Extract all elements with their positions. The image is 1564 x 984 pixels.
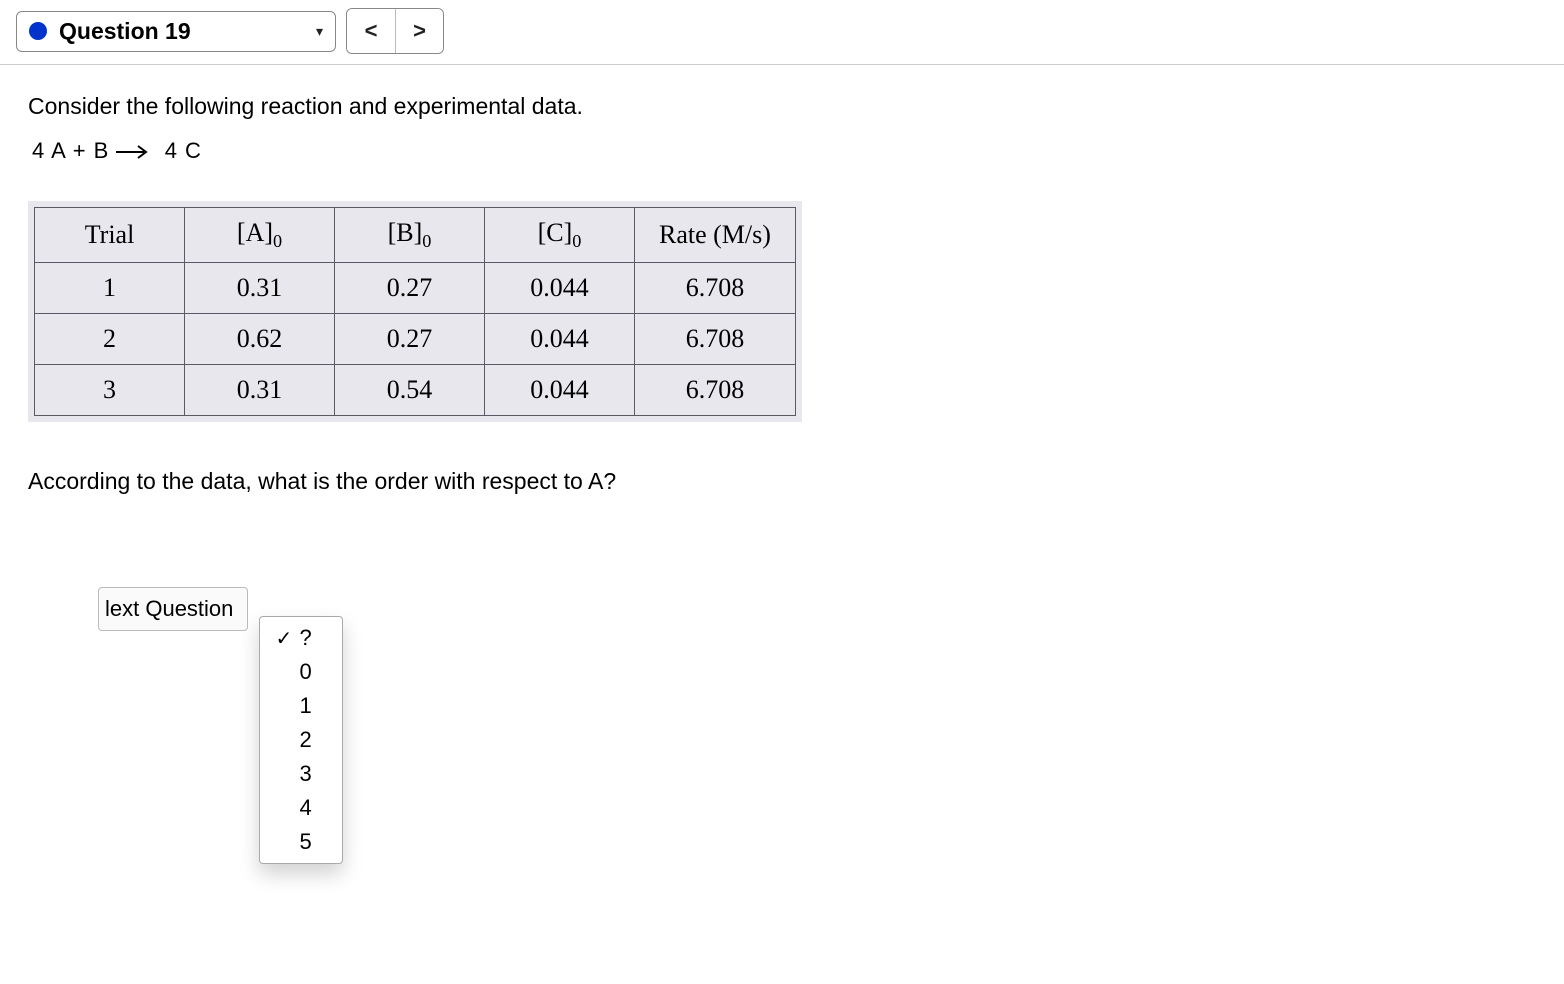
table-row: 3 0.31 0.54 0.044 6.708 xyxy=(35,365,796,416)
intro-text: Consider the following reaction and expe… xyxy=(28,93,1472,120)
chevron-right-icon: > xyxy=(413,18,426,44)
next-question-button[interactable]: lext Question xyxy=(98,587,248,631)
answer-option[interactable]: 5 xyxy=(260,825,342,859)
answer-option[interactable]: 3 xyxy=(260,757,342,791)
table-header-row: Trial [A]0 [B]0 [C]0 Rate (M/s) xyxy=(35,208,796,263)
col-a: [A]0 xyxy=(185,208,335,263)
chevron-left-icon: < xyxy=(365,18,378,44)
top-toolbar: Question 19 ▾ < > xyxy=(0,0,1564,65)
table-row: 1 0.31 0.27 0.044 6.708 xyxy=(35,263,796,314)
status-dot-icon xyxy=(29,22,47,40)
answer-area: lext Question ✓ ? 0 1 2 3 4 5 xyxy=(28,511,1472,771)
answer-option[interactable]: 4 xyxy=(260,791,342,825)
answer-option[interactable]: 2 xyxy=(260,723,342,757)
answer-option[interactable]: 1 xyxy=(260,689,342,723)
equation-rhs: 4 C xyxy=(165,138,202,163)
col-rate: Rate (M/s) xyxy=(635,208,796,263)
question-nav-group: < > xyxy=(346,8,444,54)
col-trial: Trial xyxy=(35,208,185,263)
equation-lhs: 4 A + B xyxy=(32,138,109,163)
col-c: [C]0 xyxy=(485,208,635,263)
subquestion-text: According to the data, what is the order… xyxy=(28,468,1472,495)
answer-listbox: ✓ ? 0 1 2 3 4 5 xyxy=(259,616,343,864)
data-table: Trial [A]0 [B]0 [C]0 Rate (M/s) 1 0.31 0… xyxy=(34,207,796,416)
col-b: [B]0 xyxy=(335,208,485,263)
check-icon: ✓ xyxy=(276,626,294,651)
data-table-wrap: Trial [A]0 [B]0 [C]0 Rate (M/s) 1 0.31 0… xyxy=(28,201,802,422)
answer-option[interactable]: ✓ ? xyxy=(260,621,342,655)
prev-question-button[interactable]: < xyxy=(347,9,395,53)
table-row: 2 0.62 0.27 0.044 6.708 xyxy=(35,314,796,365)
chevron-down-icon: ▾ xyxy=(316,23,323,40)
next-question-arrow-button[interactable]: > xyxy=(395,9,443,53)
next-question-label: lext Question xyxy=(105,596,233,621)
question-content: Consider the following reaction and expe… xyxy=(0,65,1500,811)
right-arrow-icon xyxy=(116,139,150,165)
question-selector-label: Question 19 xyxy=(59,18,191,45)
answer-option[interactable]: 0 xyxy=(260,655,342,689)
reaction-equation: 4 A + B 4 C xyxy=(32,138,1472,165)
question-selector[interactable]: Question 19 ▾ xyxy=(16,11,336,52)
